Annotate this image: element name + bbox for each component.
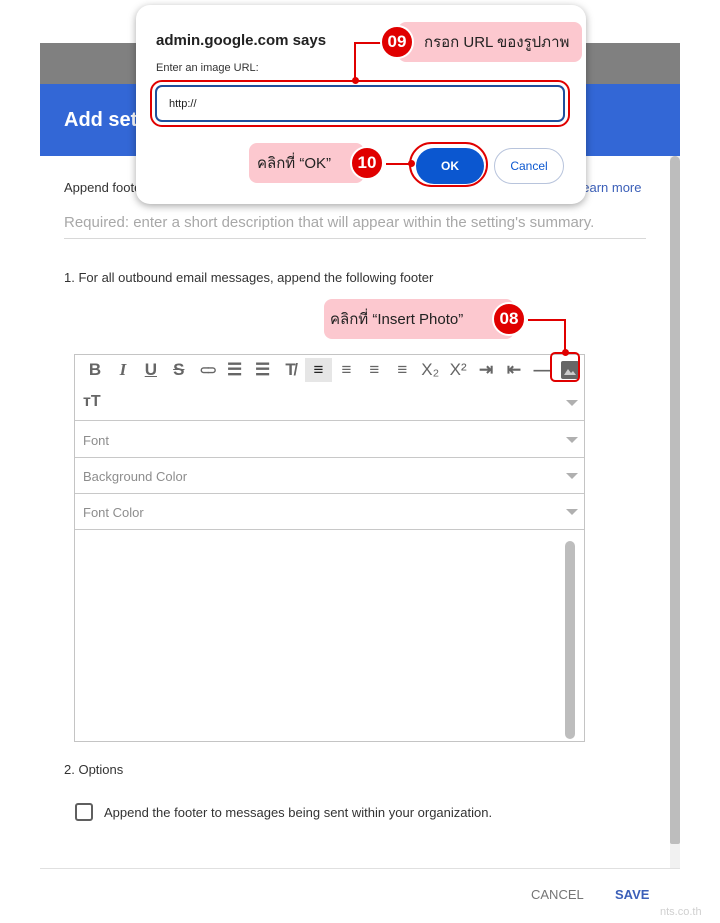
italic-icon: I [119, 360, 127, 379]
dialog-footer [40, 869, 680, 923]
numbered-list-icon: ☰ [227, 360, 243, 379]
bold-icon: B [88, 360, 102, 379]
horizontal-rule-icon: — [533, 360, 551, 379]
link-icon: ⊂⊃ [199, 363, 217, 377]
numbered-list-button[interactable]: ☰ [221, 358, 249, 382]
editor-toolbar: B I U S ⊂⊃ ☰ ☰ T̸ ≡ ≡ ≡ ≡ X₂ X² ⇥ ⇤ — [75, 355, 584, 385]
subscript-icon: X₂ [421, 360, 440, 379]
bulleted-list-button[interactable]: ☰ [249, 358, 277, 382]
underline-button[interactable]: U [137, 358, 165, 382]
background-color-label: Background Color [83, 469, 188, 484]
annotation-09-label: กรอก URL ของรูปภาพ [398, 22, 582, 62]
annotation-08-label: คลิกที่ “Insert Photo” [324, 299, 514, 339]
chevron-down-icon [566, 509, 578, 515]
footer-rich-text-editor: B I U S ⊂⊃ ☰ ☰ T̸ ≡ ≡ ≡ ≡ X₂ X² ⇥ ⇤ — тT… [74, 354, 585, 742]
annotation-10-text: คลิกที่ “OK” [257, 155, 332, 172]
outdent-icon: ⇤ [506, 360, 522, 379]
save-button[interactable]: SAVE [615, 887, 649, 902]
align-right-icon: ≡ [369, 360, 380, 379]
link-button[interactable]: ⊂⊃ [193, 358, 221, 382]
align-right-button[interactable]: ≡ [360, 358, 388, 382]
font-size-dropdown[interactable]: тT [75, 385, 584, 421]
description-input[interactable]: Required: enter a short description that… [64, 214, 646, 239]
font-dropdown-label: Font [83, 433, 110, 448]
annotation-10-badge: 10 [350, 146, 384, 180]
annotation-08-text: คลิกที่ “Insert Photo” [330, 311, 464, 328]
indent-button[interactable]: ⇥ [472, 358, 500, 382]
justify-button[interactable]: ≡ [388, 358, 416, 382]
editor-body[interactable] [75, 531, 584, 741]
annotation-09-highlight [150, 80, 570, 127]
chevron-down-icon [566, 437, 578, 443]
justify-icon: ≡ [397, 360, 408, 379]
strikethrough-button[interactable]: S [165, 358, 193, 382]
annotation-08-badge: 08 [492, 302, 526, 336]
annotation-09-text: กรอก URL ของรูปภาพ [424, 34, 570, 51]
bulleted-list-icon: ☰ [254, 360, 271, 379]
underline-icon: U [144, 360, 157, 379]
dialog-prompt: Enter an image URL: [156, 62, 259, 74]
chevron-down-icon [566, 473, 578, 479]
annotation-08-highlight [550, 352, 580, 382]
clear-formatting-button[interactable]: T̸ [277, 358, 305, 382]
align-left-button[interactable]: ≡ [304, 358, 333, 382]
chevron-down-icon [566, 400, 578, 406]
section-1-label: 1. For all outbound email messages, appe… [64, 270, 434, 285]
superscript-button[interactable]: X² [444, 358, 472, 382]
indent-icon: ⇥ [478, 360, 494, 379]
setting-name-label: Append footer [64, 180, 146, 195]
editor-scrollbar-thumb[interactable] [565, 541, 575, 739]
annotation-10-label: คลิกที่ “OK” [249, 143, 364, 183]
panel-scrollbar-thumb[interactable] [670, 156, 680, 844]
annotation-10-highlight [409, 142, 488, 187]
italic-button[interactable]: I [109, 358, 137, 382]
annotation-08-connector [564, 319, 566, 353]
strikethrough-icon: S [173, 360, 185, 379]
internal-messages-checkbox-label[interactable]: Append the footer to messages being sent… [104, 805, 492, 820]
font-dropdown[interactable]: Font [75, 422, 584, 458]
annotation-09-connector [354, 42, 382, 44]
subscript-button[interactable]: X₂ [416, 358, 444, 382]
description-placeholder: Required: enter a short description that… [64, 214, 595, 231]
annotation-09-dot [352, 77, 359, 84]
font-color-dropdown[interactable]: Font Color [75, 494, 584, 530]
annotation-09-connector [354, 42, 356, 82]
dialog-cancel-button[interactable]: Cancel [494, 148, 564, 184]
outdent-button[interactable]: ⇤ [500, 358, 528, 382]
annotation-10-dot [408, 160, 415, 167]
annotation-09-badge: 09 [380, 25, 414, 59]
cancel-button[interactable]: CANCEL [531, 887, 584, 902]
watermark: nts.co.th [660, 906, 702, 918]
superscript-icon: X² [449, 360, 467, 379]
clear-formatting-icon: T̸ [285, 360, 296, 379]
align-left-icon: ≡ [313, 360, 324, 379]
dialog-title: admin.google.com says [156, 32, 327, 49]
internal-messages-checkbox[interactable] [75, 803, 93, 821]
section-2-label: 2. Options [64, 762, 124, 777]
font-color-label: Font Color [83, 505, 144, 520]
annotation-08-connector [528, 319, 566, 321]
align-center-button[interactable]: ≡ [332, 358, 360, 382]
bold-button[interactable]: B [81, 358, 109, 382]
align-center-icon: ≡ [341, 360, 352, 379]
background-color-dropdown[interactable]: Background Color [75, 458, 584, 494]
font-size-icon: тT [83, 393, 101, 410]
